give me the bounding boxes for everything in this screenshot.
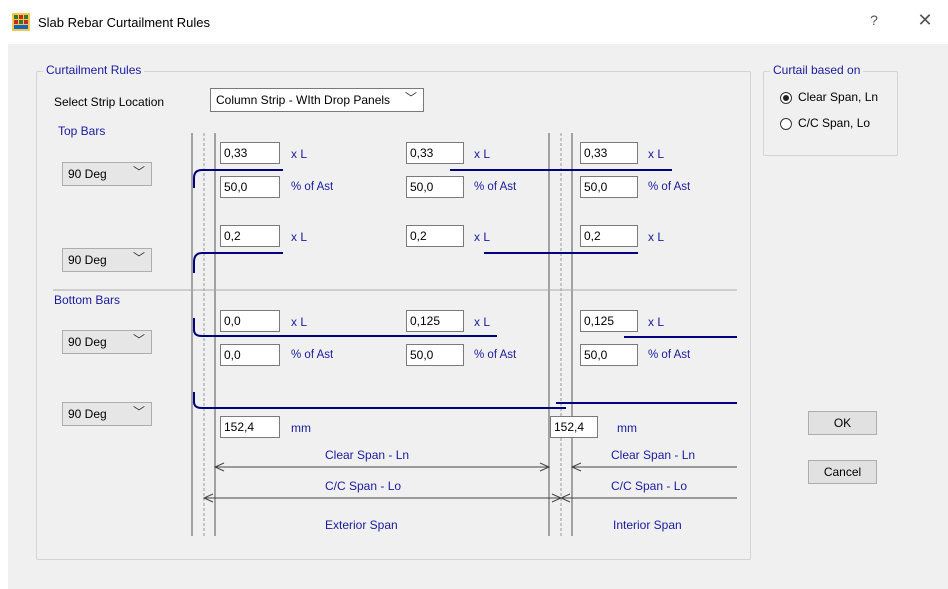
exterior-span-label: Exterior Span xyxy=(325,518,398,532)
cancel-button[interactable]: Cancel xyxy=(808,460,877,484)
cc-span-label-interior: C/C Span - Lo xyxy=(611,479,688,493)
rebar-diagram xyxy=(53,133,737,536)
bottom-row1-unit-1: x L xyxy=(291,315,308,329)
exterior-support-unit: mm xyxy=(291,421,311,435)
top-row3-unit-3: x L xyxy=(648,230,665,244)
top-row3-midspan-input[interactable]: 0,2 xyxy=(406,225,464,247)
top-row2-unit-2: % of Ast xyxy=(474,181,517,193)
bottom-row2-midspan-input[interactable]: 50,0 xyxy=(406,344,464,366)
bottom-row1-exterior-input[interactable]: 0,0 xyxy=(220,310,280,332)
ok-button[interactable]: OK xyxy=(808,411,877,435)
bottom-row2-interior-input[interactable]: 50,0 xyxy=(580,344,638,366)
bottom-row2-unit-2: % of Ast xyxy=(474,349,517,361)
top-row3-interior-input[interactable]: 0,2 xyxy=(580,225,638,247)
exterior-support-width-input[interactable]: 152,4 xyxy=(220,416,280,438)
top-row2-unit-1: % of Ast xyxy=(291,181,334,193)
clear-span-label-exterior: Clear Span - Ln xyxy=(325,448,410,462)
top-row1-unit-2: x L xyxy=(474,147,491,161)
bottom-row1-interior-input[interactable]: 0,125 xyxy=(580,310,638,332)
bottom-row1-unit-3: x L xyxy=(648,315,665,329)
top-bar-2-exterior xyxy=(193,252,283,273)
top-row2-midspan-input[interactable]: 50,0 xyxy=(406,176,464,198)
bottom-row1-unit-2: x L xyxy=(474,315,491,329)
top-row3-exterior-input[interactable]: 0,2 xyxy=(220,225,280,247)
top-row2-interior-input[interactable]: 50,0 xyxy=(580,176,638,198)
top-row1-midspan-input[interactable]: 0,33 xyxy=(406,142,464,164)
top-row1-unit-3: x L xyxy=(648,147,665,161)
top-row1-interior-input[interactable]: 0,33 xyxy=(580,142,638,164)
top-row3-unit-2: x L xyxy=(474,230,491,244)
top-row2-exterior-input[interactable]: 50,0 xyxy=(220,176,280,198)
bottom-bar-2-span xyxy=(193,392,566,409)
top-row1-unit-1: x L xyxy=(291,147,308,161)
bottom-row2-unit-1: % of Ast xyxy=(291,349,334,361)
top-row3-unit-1: x L xyxy=(291,230,308,244)
top-row1-exterior-input[interactable]: 0,33 xyxy=(220,142,280,164)
top-row2-unit-3: % of Ast xyxy=(648,181,691,193)
clear-span-label-interior: Clear Span - Ln xyxy=(611,448,696,462)
interior-support-width-input[interactable]: 152,4 xyxy=(550,416,598,438)
interior-span-label: Interior Span xyxy=(613,518,682,532)
bottom-row2-exterior-input[interactable]: 0,0 xyxy=(220,344,280,366)
bottom-row2-unit-3: % of Ast xyxy=(648,349,691,361)
interior-support-unit: mm xyxy=(617,421,637,435)
cc-span-label-exterior: C/C Span - Lo xyxy=(325,479,402,493)
bottom-row1-midspan-input[interactable]: 0,125 xyxy=(406,310,464,332)
